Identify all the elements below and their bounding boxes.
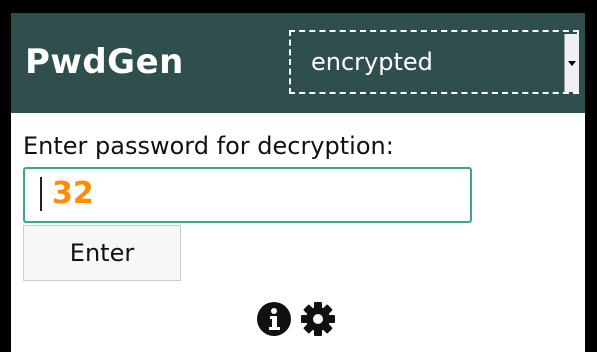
mode-select-value: encrypted [311,48,433,76]
info-icon[interactable] [256,301,292,337]
gear-icon[interactable] [300,301,336,337]
select-scroll-arrow[interactable] [564,34,579,92]
app-title: PwdGen [25,42,184,82]
enter-button[interactable]: Enter [23,225,181,281]
popup-panel: PwdGen encrypted Enter password for decr… [11,13,585,352]
header-bar: PwdGen encrypted [11,13,585,113]
window-frame: PwdGen encrypted Enter password for decr… [0,0,597,352]
mode-select[interactable]: encrypted [289,30,579,94]
text-caret [40,177,42,211]
password-input-value: 32 [52,176,94,211]
chevron-down-icon [568,61,576,66]
password-input[interactable]: 32 [23,167,472,223]
password-prompt-label: Enter password for decryption: [23,132,394,160]
